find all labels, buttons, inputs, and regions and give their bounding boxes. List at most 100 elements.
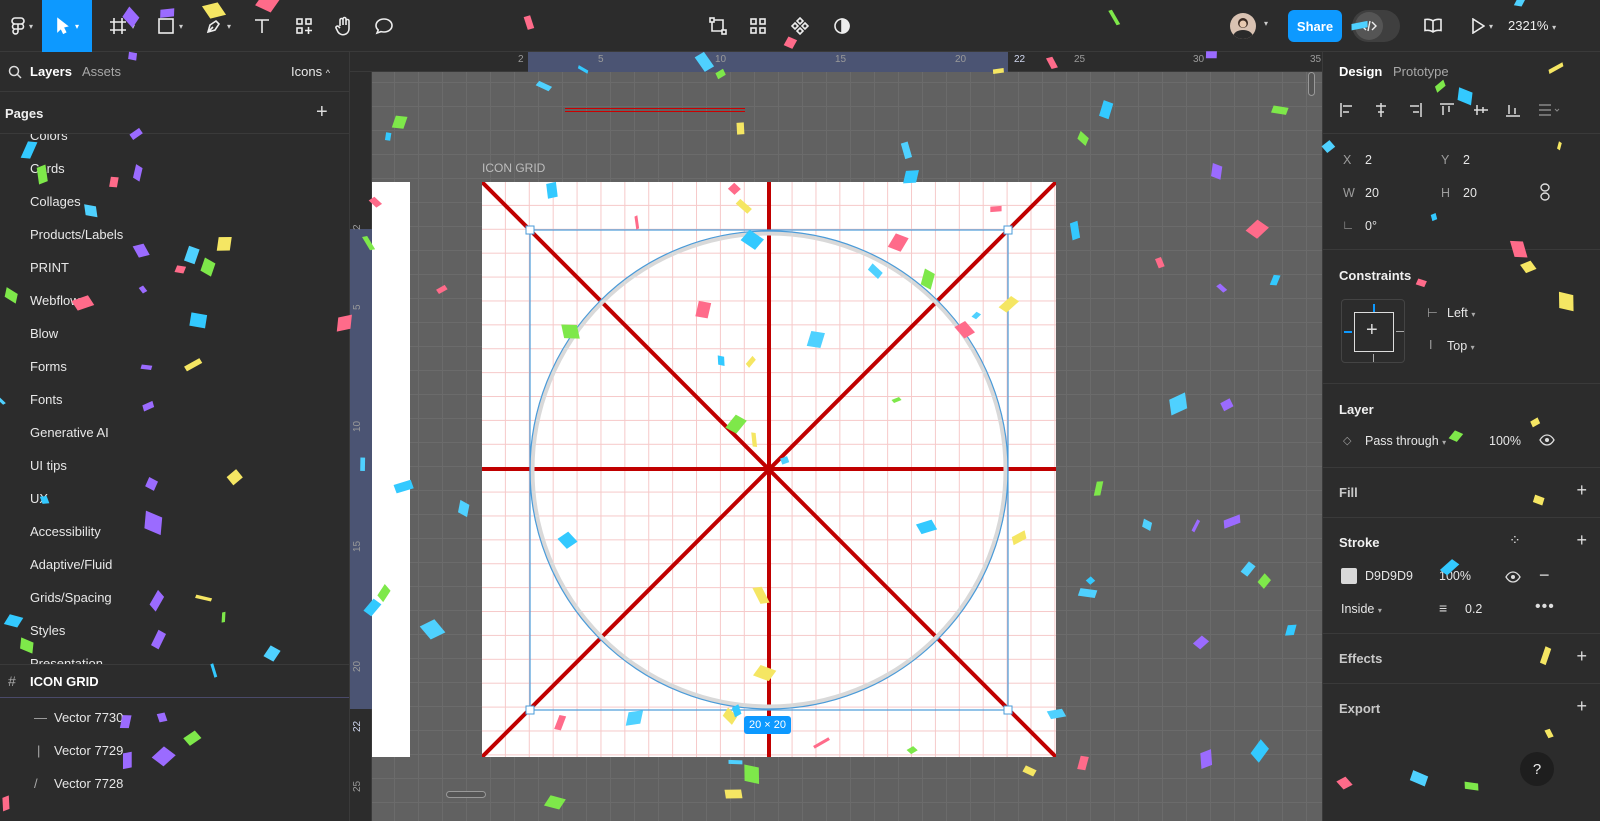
resources-tool-button[interactable] bbox=[290, 0, 318, 52]
layer-frame-icon-grid[interactable]: # ICON GRID bbox=[0, 665, 349, 698]
pen-tool-button[interactable]: ▾ bbox=[196, 0, 240, 52]
distribute-icon[interactable] bbox=[1537, 102, 1561, 118]
search-icon[interactable] bbox=[8, 65, 22, 79]
dev-mode-toggle[interactable] bbox=[1352, 10, 1400, 42]
rotation-input[interactable]: 0° bbox=[1365, 219, 1377, 233]
constrain-proportions-icon[interactable] bbox=[1539, 183, 1551, 201]
auto-layout-button[interactable] bbox=[744, 0, 772, 52]
layer-row[interactable]: | Vector 7729 bbox=[0, 734, 349, 767]
tab-design[interactable]: Design bbox=[1339, 64, 1382, 79]
page-item-collages[interactable]: Collages bbox=[30, 194, 81, 209]
page-selector[interactable]: Icons ^ bbox=[291, 64, 330, 79]
align-top-icon[interactable] bbox=[1439, 102, 1455, 118]
main-menu-button[interactable]: ▾ bbox=[4, 0, 40, 52]
stroke-opacity-input[interactable]: 100% bbox=[1439, 569, 1471, 583]
page-item-cards[interactable]: Cards bbox=[30, 161, 65, 176]
present-button[interactable]: ▾ bbox=[1464, 0, 1500, 52]
resources-icon bbox=[296, 18, 312, 34]
page-item-adaptive-fluid[interactable]: Adaptive/Fluid bbox=[30, 557, 112, 572]
page-item-products-labels[interactable]: Products/Labels bbox=[30, 227, 123, 242]
layer-row[interactable]: — Vector 7730 bbox=[0, 701, 349, 734]
tab-prototype[interactable]: Prototype bbox=[1393, 64, 1449, 79]
page-item-webflow[interactable]: Webflow bbox=[30, 293, 80, 308]
align-right-icon[interactable] bbox=[1407, 102, 1423, 118]
align-center-v-icon[interactable] bbox=[1473, 102, 1489, 118]
hand-tool-button[interactable] bbox=[330, 0, 358, 52]
stroke-position-select[interactable]: Inside ▾ bbox=[1341, 602, 1382, 616]
library-button[interactable] bbox=[1420, 0, 1446, 52]
share-button[interactable]: Share bbox=[1288, 10, 1342, 42]
horizontal-scrollbar[interactable] bbox=[446, 791, 486, 798]
remove-stroke-button[interactable]: − bbox=[1539, 565, 1550, 586]
eye-icon[interactable] bbox=[1505, 571, 1521, 583]
ruler-tick: 2 bbox=[518, 54, 524, 65]
ruler-tick: 5 bbox=[352, 304, 363, 310]
ruler-tick: 30 bbox=[1193, 54, 1205, 65]
add-fill-button[interactable]: + bbox=[1576, 480, 1587, 501]
align-left-icon[interactable] bbox=[1339, 102, 1355, 118]
comment-tool-button[interactable] bbox=[370, 0, 398, 52]
tab-layers[interactable]: Layers bbox=[30, 64, 72, 79]
stroke-color-swatch[interactable] bbox=[1341, 568, 1357, 584]
align-center-h-icon[interactable] bbox=[1373, 102, 1389, 118]
comment-icon bbox=[375, 18, 393, 35]
text-tool-button[interactable] bbox=[248, 0, 276, 52]
icon-grid-frame[interactable]: 20 × 20 bbox=[482, 182, 1056, 757]
page-item-styles[interactable]: Styles bbox=[30, 623, 65, 638]
constraint-horizontal-select[interactable]: Left ▾ bbox=[1447, 306, 1475, 320]
layer-row[interactable]: / Vector 7728 bbox=[0, 767, 349, 800]
width-input[interactable]: 20 bbox=[1365, 186, 1379, 200]
add-export-button[interactable]: + bbox=[1576, 696, 1587, 717]
y-input[interactable]: 2 bbox=[1463, 153, 1470, 167]
page-item-grids-spacing[interactable]: Grids/Spacing bbox=[30, 590, 112, 605]
blend-mode-select[interactable]: Pass through ▾ bbox=[1365, 434, 1446, 448]
mask-button[interactable] bbox=[828, 0, 856, 52]
chevron-down-icon: ▾ bbox=[178, 21, 183, 31]
frame-tool-button[interactable]: ▾ bbox=[100, 0, 144, 52]
add-effect-button[interactable]: + bbox=[1576, 646, 1587, 667]
height-input[interactable]: 20 bbox=[1463, 186, 1477, 200]
vertical-scrollbar[interactable] bbox=[1308, 72, 1315, 96]
stroke-weight-input[interactable]: 0.2 bbox=[1465, 602, 1482, 616]
zoom-level[interactable]: 2321% ▾ bbox=[1508, 18, 1556, 33]
avatar[interactable] bbox=[1230, 13, 1256, 39]
page-item-forms[interactable]: Forms bbox=[30, 359, 67, 374]
more-options-icon[interactable]: ••• bbox=[1535, 598, 1555, 616]
help-button[interactable]: ? bbox=[1520, 752, 1554, 786]
shape-tool-button[interactable]: ▾ bbox=[148, 0, 192, 52]
canvas[interactable]: ICON GRID 20 × 20 bbox=[372, 72, 1322, 821]
align-bottom-icon[interactable] bbox=[1505, 102, 1521, 118]
effects-title: Effects bbox=[1339, 651, 1383, 666]
page-item-fonts[interactable]: Fonts bbox=[30, 392, 63, 407]
page-item-blow[interactable]: Blow bbox=[30, 326, 58, 341]
stroke-style-icon[interactable]: ⁘ bbox=[1509, 532, 1521, 549]
add-stroke-button[interactable]: + bbox=[1576, 530, 1587, 551]
ruler-tick: 35 bbox=[1310, 54, 1322, 65]
vertical-constraint-icon: I bbox=[1429, 338, 1433, 352]
constraint-vertical-select[interactable]: Top ▾ bbox=[1447, 339, 1475, 353]
move-tool-button[interactable]: ▾ bbox=[42, 0, 92, 52]
constraints-title: Constraints bbox=[1339, 268, 1412, 283]
size-badge: 20 × 20 bbox=[744, 716, 792, 734]
page-item-ui-tips[interactable]: UI tips bbox=[30, 458, 67, 473]
page-item-presentation[interactable]: Presentation bbox=[30, 656, 103, 664]
chevron-down-icon[interactable]: ▾ bbox=[1264, 19, 1268, 28]
pen-icon bbox=[206, 19, 221, 34]
layer-opacity-input[interactable]: 100% bbox=[1489, 434, 1521, 448]
x-input[interactable]: 2 bbox=[1365, 153, 1372, 167]
tab-assets[interactable]: Assets bbox=[82, 64, 121, 79]
page-item-colors[interactable]: Colors bbox=[30, 134, 68, 143]
page-item-accessibility[interactable]: Accessibility bbox=[30, 524, 101, 539]
edit-object-button[interactable] bbox=[704, 0, 732, 52]
stroke-color-input[interactable]: D9D9D9 bbox=[1365, 569, 1413, 583]
page-item-ux[interactable]: UX bbox=[30, 491, 48, 506]
component-button[interactable] bbox=[786, 0, 814, 52]
eye-icon[interactable] bbox=[1539, 434, 1555, 446]
constraints-widget[interactable]: + bbox=[1341, 299, 1405, 363]
page-item-generative-ai[interactable]: Generative AI bbox=[30, 425, 109, 440]
frame-label[interactable]: ICON GRID bbox=[482, 161, 545, 175]
stray-red-line[interactable] bbox=[565, 108, 745, 112]
adjacent-frame[interactable] bbox=[372, 182, 410, 757]
add-page-button[interactable]: + bbox=[316, 101, 328, 124]
page-item-print[interactable]: PRINT bbox=[30, 260, 69, 275]
